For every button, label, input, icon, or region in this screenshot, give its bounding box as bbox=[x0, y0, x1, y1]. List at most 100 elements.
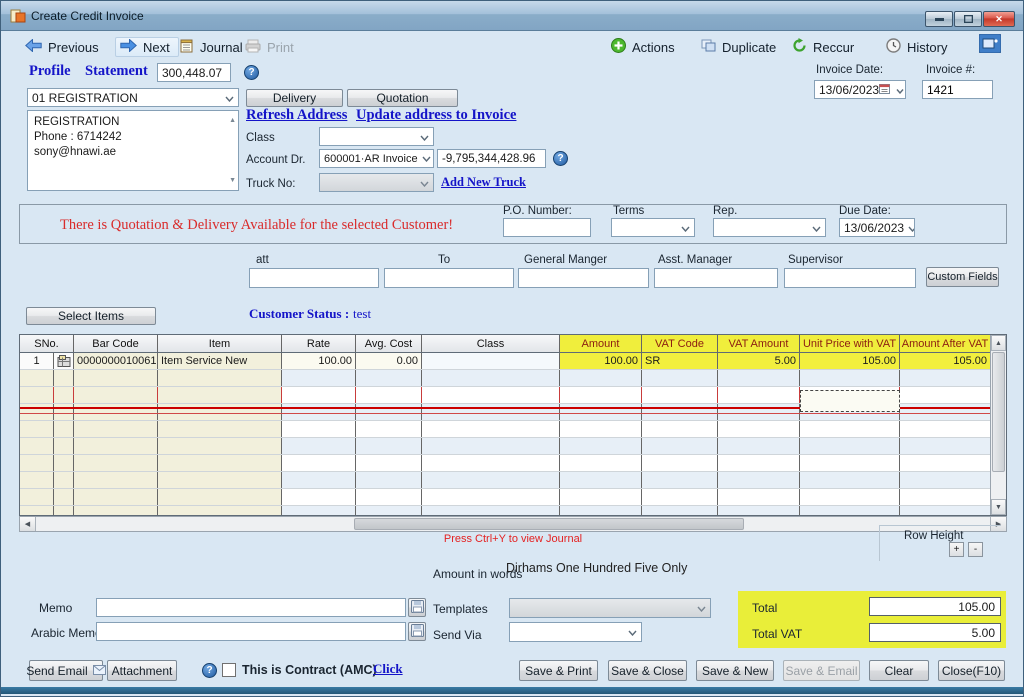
memo-save-button[interactable] bbox=[408, 598, 426, 617]
empty-row[interactable] bbox=[20, 404, 1006, 421]
save-print-button[interactable]: Save & Print bbox=[519, 660, 598, 681]
cell-amount-after-vat: 105.00 bbox=[900, 353, 991, 369]
close-f10-button[interactable]: Close(F10) bbox=[938, 660, 1005, 681]
statement-link[interactable]: Statement bbox=[85, 63, 148, 80]
click-link[interactable]: Click bbox=[373, 661, 403, 677]
save-close-button[interactable]: Save & Close bbox=[608, 660, 687, 681]
scroll-left-icon[interactable]: ◀ bbox=[20, 517, 36, 531]
journal-button[interactable]: Journal bbox=[179, 37, 243, 57]
col-bar-code[interactable]: Bar Code bbox=[74, 335, 158, 352]
save-new-button[interactable]: Save & New bbox=[696, 660, 774, 681]
scroll-down-icon[interactable]: ▼ bbox=[991, 499, 1006, 515]
add-new-truck-link[interactable]: Add New Truck bbox=[441, 175, 526, 190]
total-vat-value: 5.00 bbox=[869, 623, 1001, 642]
invoice-number-field[interactable] bbox=[922, 80, 993, 99]
templates-select bbox=[509, 598, 711, 618]
help-icon[interactable]: ? bbox=[244, 65, 259, 80]
general-manager-label: General Manger bbox=[524, 254, 607, 266]
update-address-link[interactable]: Update address to Invoice bbox=[356, 107, 516, 124]
att-field[interactable] bbox=[249, 268, 379, 288]
empty-row[interactable] bbox=[20, 506, 1006, 516]
col-rate[interactable]: Rate bbox=[282, 335, 356, 352]
class-select[interactable] bbox=[319, 127, 434, 146]
screenshot-icon[interactable] bbox=[979, 34, 1001, 56]
col-sno[interactable]: SNo. bbox=[20, 335, 74, 352]
customer-select[interactable]: 01 REGISTRATION bbox=[27, 88, 239, 107]
minimize-button[interactable] bbox=[925, 11, 953, 27]
custom-fields-button[interactable]: Custom Fields bbox=[926, 267, 999, 287]
total-vat-label: Total VAT bbox=[752, 627, 802, 641]
col-amount[interactable]: Amount bbox=[560, 335, 642, 352]
history-button[interactable]: History bbox=[886, 37, 947, 57]
table-vertical-scrollbar[interactable]: ▲ ▼ bbox=[990, 335, 1006, 515]
cell-rate: 100.00 bbox=[282, 353, 356, 369]
attachment-button[interactable]: Attachment bbox=[107, 660, 177, 681]
table-row[interactable]: 1 0000000010061 Item Service New 100.00 … bbox=[20, 353, 1006, 370]
reccur-button[interactable]: Reccur bbox=[792, 37, 854, 57]
scroll-down-icon[interactable]: ▼ bbox=[229, 173, 236, 188]
class-label: Class bbox=[246, 132, 275, 144]
terms-select[interactable] bbox=[611, 218, 695, 237]
rep-select[interactable] bbox=[713, 218, 826, 237]
to-field[interactable] bbox=[384, 268, 514, 288]
select-items-button[interactable]: Select Items bbox=[26, 307, 156, 325]
supervisor-label: Supervisor bbox=[788, 254, 843, 266]
send-email-button[interactable]: Send Email bbox=[29, 660, 103, 681]
next-icon bbox=[120, 39, 137, 55]
actions-button[interactable]: Actions bbox=[611, 37, 675, 57]
empty-row[interactable] bbox=[20, 489, 1006, 506]
quotation-button[interactable]: Quotation bbox=[347, 89, 458, 107]
memo-field[interactable] bbox=[96, 598, 406, 617]
send-via-select[interactable] bbox=[509, 622, 642, 642]
scroll-up-icon[interactable]: ▲ bbox=[991, 335, 1006, 351]
profile-link[interactable]: Profile bbox=[29, 63, 71, 80]
help-icon[interactable]: ? bbox=[553, 151, 568, 166]
invoice-date-picker[interactable]: 13/06/2023 bbox=[814, 80, 906, 99]
duplicate-button[interactable]: Duplicate bbox=[701, 37, 776, 57]
empty-row[interactable] bbox=[20, 387, 1006, 404]
customer-address-box[interactable]: REGISTRATION Phone : 6714242 sony@hnawi.… bbox=[27, 110, 239, 191]
refresh-address-link[interactable]: Refresh Address bbox=[246, 107, 347, 124]
supervisor-field[interactable] bbox=[784, 268, 916, 288]
help-icon[interactable]: ? bbox=[202, 663, 217, 678]
arabic-memo-field[interactable] bbox=[96, 622, 406, 641]
scrollbar-thumb[interactable] bbox=[992, 352, 1005, 472]
line-items-table[interactable]: SNo. Bar Code Item Rate Avg. Cost Class … bbox=[19, 334, 1007, 516]
col-vat-code[interactable]: VAT Code bbox=[642, 335, 718, 352]
next-button[interactable]: Next bbox=[115, 37, 179, 57]
clear-button[interactable]: Clear bbox=[869, 660, 929, 681]
empty-row[interactable] bbox=[20, 472, 1006, 489]
col-unit-price-with-vat[interactable]: Unit Price with VAT bbox=[800, 335, 900, 352]
col-avg-cost[interactable]: Avg. Cost bbox=[356, 335, 422, 352]
contract-label: This is Contract (AMC) bbox=[242, 663, 377, 677]
empty-row[interactable] bbox=[20, 421, 1006, 438]
col-vat-amount[interactable]: VAT Amount bbox=[718, 335, 800, 352]
po-number-field[interactable] bbox=[503, 218, 591, 237]
item-card-icon[interactable] bbox=[54, 353, 74, 369]
arabic-memo-save-button[interactable] bbox=[408, 622, 426, 641]
email-icon bbox=[93, 664, 106, 678]
col-item[interactable]: Item bbox=[158, 335, 282, 352]
asst-manager-field[interactable] bbox=[654, 268, 778, 288]
close-button[interactable]: ✕ bbox=[983, 11, 1015, 27]
table-horizontal-scrollbar[interactable]: ◀ ▶ bbox=[19, 516, 1007, 532]
row-height-decrease-button[interactable]: - bbox=[968, 542, 983, 557]
empty-row[interactable] bbox=[20, 455, 1006, 472]
templates-label: Templates bbox=[433, 602, 488, 616]
empty-row[interactable] bbox=[20, 438, 1006, 455]
col-class[interactable]: Class bbox=[422, 335, 560, 352]
row-height-increase-button[interactable]: + bbox=[949, 542, 964, 557]
contract-checkbox[interactable] bbox=[222, 663, 236, 677]
scroll-up-icon[interactable]: ▲ bbox=[229, 113, 236, 128]
floppy-icon bbox=[411, 624, 424, 640]
scrollbar-thumb[interactable] bbox=[354, 518, 744, 530]
due-date-select[interactable]: 13/06/2023 bbox=[839, 218, 915, 237]
empty-row[interactable] bbox=[20, 370, 1006, 387]
journal-hint: Press Ctrl+Y to view Journal bbox=[403, 533, 623, 545]
maximize-button[interactable] bbox=[954, 11, 982, 27]
col-amount-after-vat[interactable]: Amount After VAT bbox=[900, 335, 991, 352]
general-manager-field[interactable] bbox=[518, 268, 649, 288]
account-select[interactable]: 600001·AR Invoice bbox=[319, 149, 434, 168]
delivery-button[interactable]: Delivery bbox=[246, 89, 343, 107]
previous-button[interactable]: Previous bbox=[25, 37, 99, 57]
